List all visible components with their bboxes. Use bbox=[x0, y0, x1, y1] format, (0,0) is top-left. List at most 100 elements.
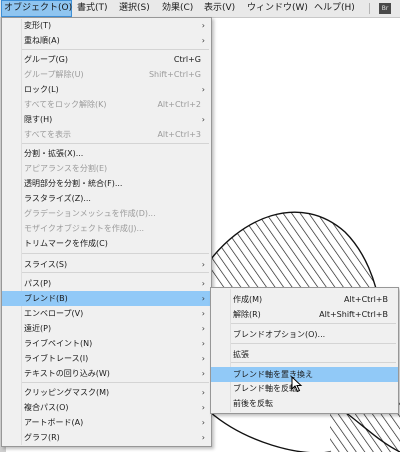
menu-separator bbox=[22, 253, 209, 254]
menu-item[interactable]: 作成(M) Alt+Ctrl+B bbox=[211, 292, 398, 307]
submenu-arrow-icon: › bbox=[201, 309, 205, 318]
submenu-arrow-icon: › bbox=[201, 339, 205, 348]
menu-item-label: 作成(M) bbox=[233, 295, 263, 304]
menu-item-label: 透明部分を分割・統合(F)... bbox=[24, 179, 123, 188]
menu-item[interactable]: ライブトレース(I) › bbox=[2, 351, 211, 366]
menu-item[interactable]: ロック(L) › bbox=[2, 82, 211, 97]
submenu-arrow-icon: › bbox=[201, 36, 205, 45]
menu-item-label: ロック(L) bbox=[24, 85, 59, 94]
submenu-arrow-icon: › bbox=[201, 369, 205, 378]
menu-item-label: エンベロープ(V) bbox=[24, 309, 84, 318]
menu-type[interactable]: 書式(T) bbox=[75, 0, 110, 17]
menu-item[interactable]: 分割・拡張(X)... bbox=[2, 146, 211, 161]
menu-item[interactable]: クリッピングマスク(M) › bbox=[2, 385, 211, 400]
menu-item-label: 分割・拡張(X)... bbox=[24, 149, 84, 158]
menu-item-label: グラデーションメッシュを作成(D)... bbox=[24, 209, 156, 218]
menu-item-label: クリッピングマスク(M) bbox=[24, 388, 110, 397]
menubar: オブジェクト(O) 書式(T) 選択(S) 効果(C) 表示(V) ウィンドウ(… bbox=[0, 0, 400, 18]
menu-item-shortcut: Alt+Ctrl+B bbox=[344, 295, 388, 304]
submenu-arrow-icon: › bbox=[201, 294, 205, 303]
menu-item-label: グループ(G) bbox=[24, 55, 68, 64]
menu-item-label: ブレンドオプション(O)... bbox=[233, 330, 326, 339]
menu-item-label: スライス(S) bbox=[24, 260, 68, 269]
submenu-arrow-icon: › bbox=[201, 433, 205, 442]
menu-item-label: ライブトレース(I) bbox=[24, 354, 89, 363]
menu-item-label: 遠近(P) bbox=[24, 324, 52, 333]
menu-item: すべてをロック解除(K) Alt+Ctrl+2 bbox=[2, 97, 211, 112]
menu-item-shortcut: Alt+Ctrl+2 bbox=[157, 100, 201, 109]
menu-item-label: ブレンド軸を反転 bbox=[233, 384, 297, 393]
menu-item-shortcut: Shift+Ctrl+G bbox=[148, 70, 201, 79]
menu-item-label: 解除(R) bbox=[233, 310, 261, 319]
menu-item[interactable]: アートボード(A) › bbox=[2, 415, 211, 430]
menubar-separator bbox=[369, 3, 370, 14]
menu-effect[interactable]: 効果(C) bbox=[160, 0, 195, 17]
menu-item-label: グラフ(R) bbox=[24, 433, 60, 442]
menu-item-label: ブレンド(B) bbox=[24, 294, 68, 303]
menu-item-label: ラスタライズ(Z)... bbox=[24, 194, 91, 203]
menu-item-label: ライブペイント(N) bbox=[24, 339, 93, 348]
menu-item-label: アピアランスを分割(E) bbox=[24, 164, 108, 173]
menu-item[interactable]: ブレンド(B) › bbox=[2, 291, 211, 306]
menu-separator bbox=[22, 382, 209, 383]
menu-separator bbox=[231, 323, 396, 324]
menu-separator bbox=[231, 362, 396, 363]
menu-item-label: 変形(T) bbox=[24, 21, 52, 30]
menu-item-label: 隠す(H) bbox=[24, 115, 53, 124]
menu-item: アピアランスを分割(E) bbox=[2, 161, 211, 176]
menu-item-label: パス(P) bbox=[24, 279, 52, 288]
menu-item[interactable]: ライブペイント(N) › bbox=[2, 336, 211, 351]
submenu-arrow-icon: › bbox=[201, 85, 205, 94]
submenu-arrow-icon: › bbox=[201, 418, 205, 427]
menu-item[interactable]: パス(P) › bbox=[2, 276, 211, 291]
menu-item[interactable]: 解除(R) Alt+Shift+Ctrl+B bbox=[211, 307, 398, 322]
menu-separator bbox=[231, 343, 396, 344]
menu-item[interactable]: テキストの回り込み(W) › bbox=[2, 366, 211, 381]
menu-separator bbox=[22, 272, 209, 273]
menu-separator bbox=[22, 49, 209, 50]
menu-separator bbox=[22, 143, 209, 144]
menu-item: すべてを表示 Alt+Ctrl+3 bbox=[2, 127, 211, 142]
menu-item-shortcut: Alt+Ctrl+3 bbox=[157, 130, 201, 139]
menu-item-label: すべてをロック解除(K) bbox=[24, 100, 107, 109]
menu-item[interactable]: 複合パス(O) › bbox=[2, 400, 211, 415]
menu-item[interactable]: 遠近(P) › bbox=[2, 321, 211, 336]
mouse-pointer-icon bbox=[291, 376, 303, 393]
menu-item: グループ解除(U) Shift+Ctrl+G bbox=[2, 67, 211, 82]
menu-item[interactable]: ブレンド軸を置き換え bbox=[211, 367, 398, 382]
menu-item[interactable]: ブレンド軸を反転 bbox=[211, 381, 398, 396]
menu-item-label: すべてを表示 bbox=[24, 130, 71, 139]
submenu-arrow-icon: › bbox=[201, 403, 205, 412]
menu-item[interactable]: ラスタライズ(Z)... bbox=[2, 191, 211, 206]
menu-item[interactable]: 透明部分を分割・統合(F)... bbox=[2, 176, 211, 191]
menu-item[interactable]: スライス(S) › bbox=[2, 257, 211, 272]
menu-select[interactable]: 選択(S) bbox=[117, 0, 152, 17]
submenu-arrow-icon: › bbox=[201, 21, 205, 30]
menu-item[interactable]: 重ね順(A) › bbox=[2, 33, 211, 48]
menu-item-label: モザイクオブジェクトを作成(J)... bbox=[24, 224, 145, 233]
submenu-arrow-icon: › bbox=[201, 115, 205, 124]
menu-object[interactable]: オブジェクト(O) bbox=[1, 0, 72, 17]
menu-window[interactable]: ウィンドウ(W) bbox=[245, 0, 310, 17]
menu-item-label: 複合パス(O) bbox=[24, 403, 69, 412]
menu-item[interactable]: トリムマークを作成(C) bbox=[2, 236, 211, 251]
menu-item-shortcut: Alt+Shift+Ctrl+B bbox=[319, 310, 388, 319]
menu-item[interactable]: ブレンドオプション(O)... bbox=[211, 327, 398, 342]
menu-item[interactable]: 拡張 bbox=[211, 347, 398, 362]
menu-item-label: トリムマークを作成(C) bbox=[24, 239, 108, 248]
menu-item[interactable]: 隠す(H) › bbox=[2, 112, 211, 127]
menu-help[interactable]: ヘルプ(H) bbox=[312, 0, 357, 17]
menu-item-label: グループ解除(U) bbox=[24, 70, 84, 79]
menu-item-label: テキストの回り込み(W) bbox=[24, 369, 110, 378]
menu-item[interactable]: エンベロープ(V) › bbox=[2, 306, 211, 321]
submenu-arrow-icon: › bbox=[201, 354, 205, 363]
bridge-icon[interactable]: Br bbox=[379, 3, 391, 14]
menu-item[interactable]: 前後を反転 bbox=[211, 396, 398, 411]
submenu-arrow-icon: › bbox=[201, 279, 205, 288]
submenu-arrow-icon: › bbox=[201, 388, 205, 397]
menu-item[interactable]: 変形(T) › bbox=[2, 18, 211, 33]
menu-view[interactable]: 表示(V) bbox=[202, 0, 237, 17]
menu-item[interactable]: グループ(G) Ctrl+G bbox=[2, 52, 211, 67]
menu-item-label: アートボード(A) bbox=[24, 418, 84, 427]
menu-item[interactable]: グラフ(R) › bbox=[2, 430, 211, 445]
